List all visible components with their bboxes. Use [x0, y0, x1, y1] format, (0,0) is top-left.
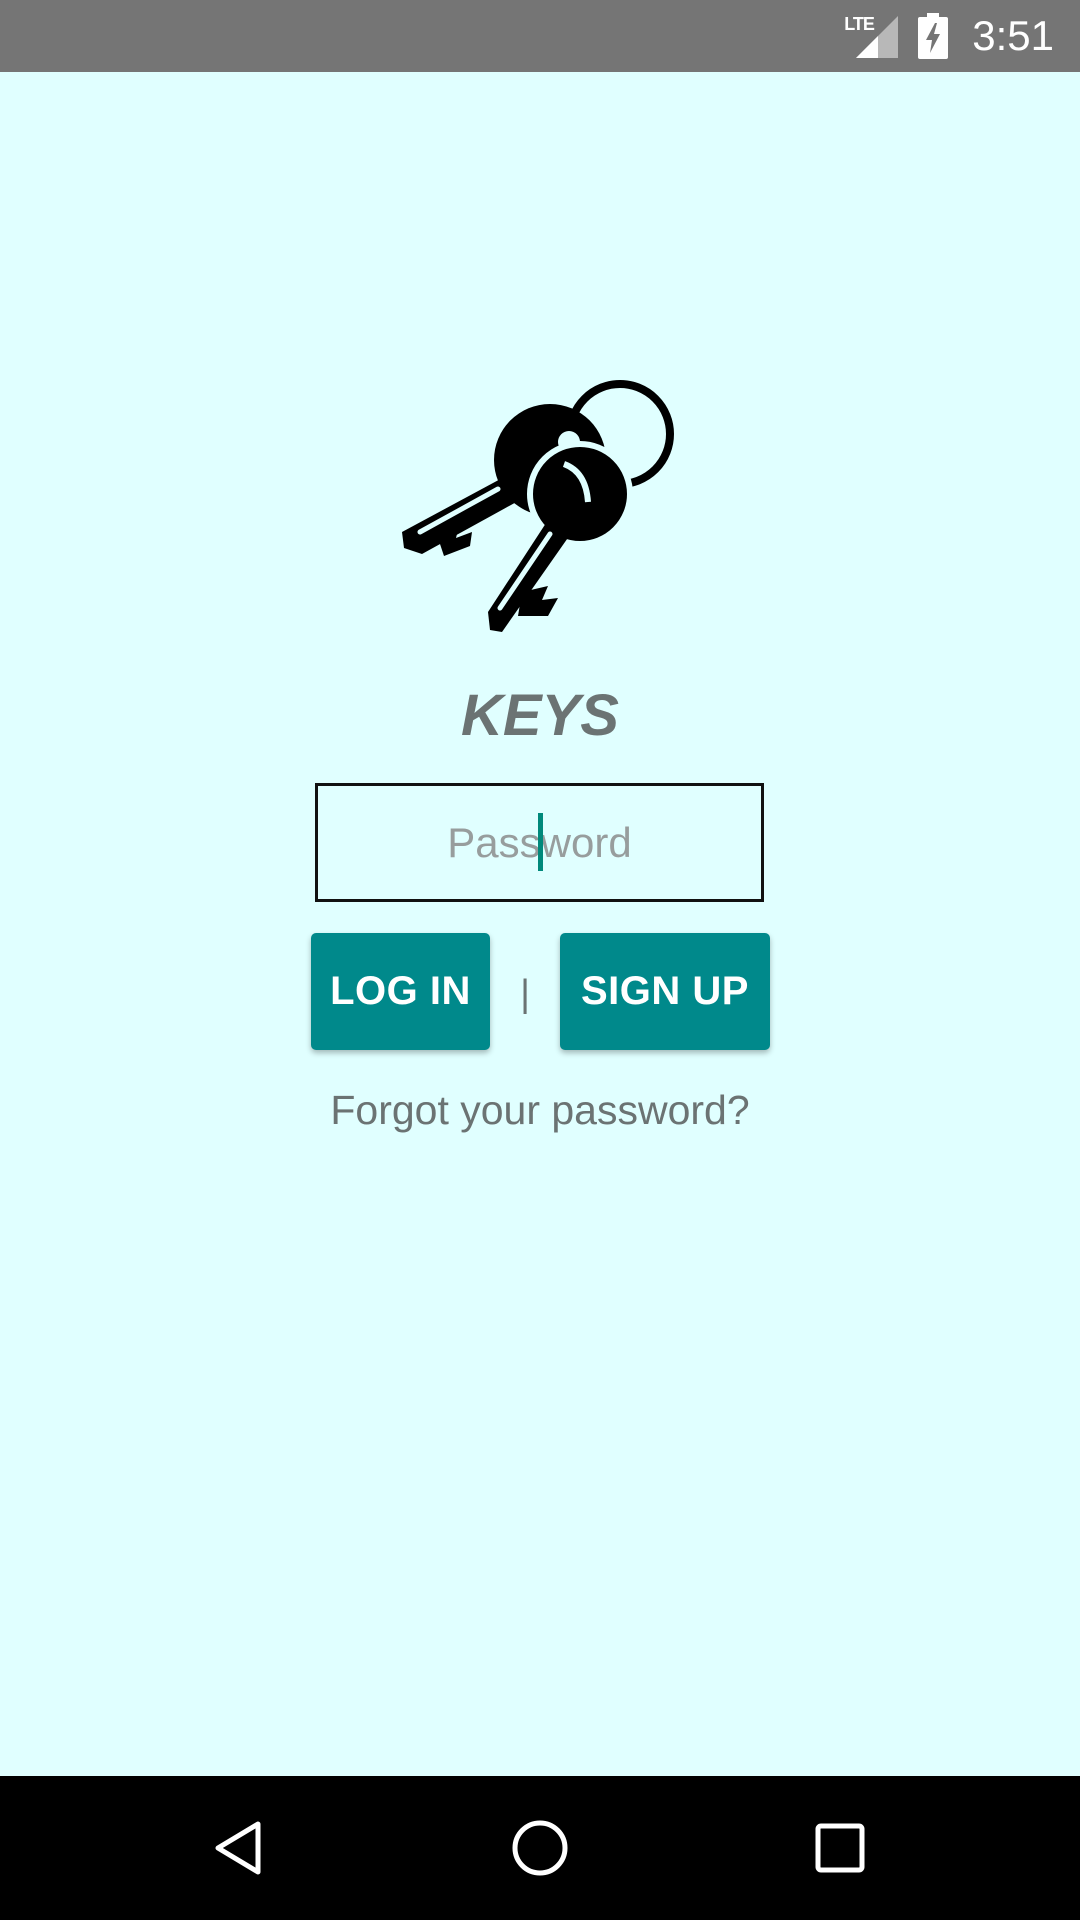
back-button[interactable] — [180, 1776, 300, 1920]
keys-icon — [402, 380, 674, 632]
forgot-password-link[interactable]: Forgot your password? — [0, 1080, 1080, 1140]
signup-button[interactable]: SIGN UP — [560, 933, 770, 1050]
navigation-bar — [0, 1776, 1080, 1920]
button-separator: | — [520, 973, 530, 1015]
app-title: KEYS — [461, 683, 619, 748]
recents-icon — [815, 1823, 865, 1873]
home-button[interactable] — [480, 1776, 600, 1920]
clock: 3:51 — [972, 12, 1054, 59]
battery-charging-icon — [918, 13, 949, 59]
status-icons: LTE 3:51 — [844, 0, 1054, 72]
lte-signal-icon: LTE — [844, 14, 900, 58]
text-cursor — [538, 813, 543, 871]
login-button[interactable]: LOG IN — [311, 933, 490, 1050]
home-icon — [512, 1820, 568, 1876]
recents-button[interactable] — [780, 1776, 900, 1920]
back-icon — [215, 1821, 261, 1875]
status-bar: LTE 3:51 — [0, 0, 1080, 72]
